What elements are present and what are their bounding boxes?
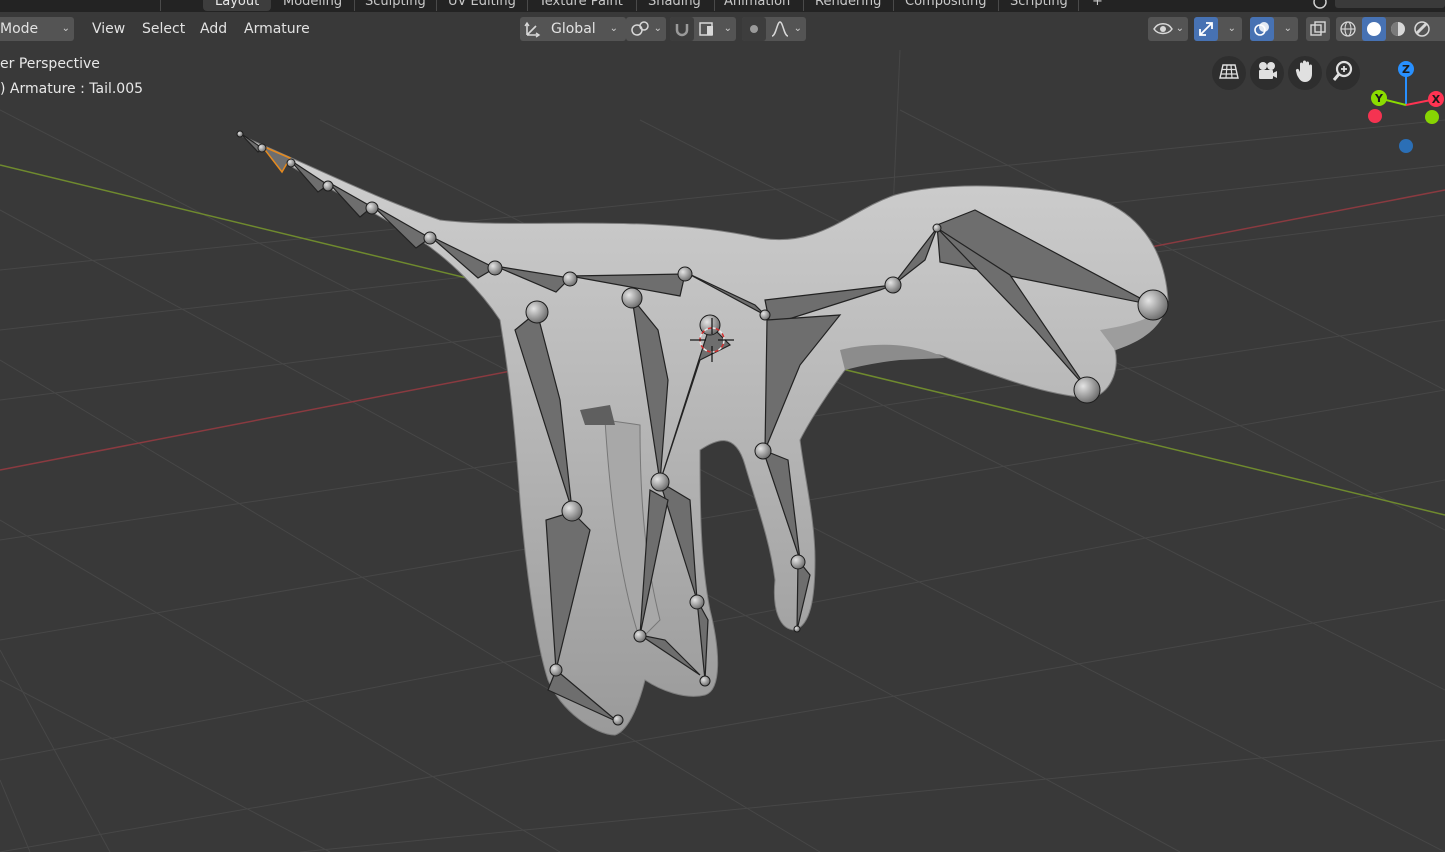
- scene-selector[interactable]: [1335, 0, 1445, 8]
- xray-icon[interactable]: [1306, 17, 1330, 41]
- overlays-icon[interactable]: [1250, 17, 1274, 41]
- chevron-down-icon: ⌄: [61, 23, 70, 34]
- armature-menu[interactable]: Armature: [238, 17, 316, 41]
- chevron-down-icon: ⌄: [609, 23, 618, 34]
- add-workspace-button[interactable]: +: [1080, 0, 1115, 11]
- eye-icon: [1152, 20, 1174, 42]
- tab-rendering[interactable]: Rendering: [803, 0, 893, 11]
- transform-orientation-dropdown[interactable]: Global ⌄: [520, 17, 626, 41]
- camera-icon: [1255, 60, 1279, 86]
- transform-orientation-label: Global: [551, 21, 596, 37]
- falloff-curve-icon[interactable]: [770, 20, 790, 42]
- zoom-icon: [1332, 60, 1354, 86]
- tab-compositing[interactable]: Compositing: [893, 0, 999, 11]
- tab-layout[interactable]: Layout: [203, 0, 272, 11]
- tab-file-partial[interactable]: [10, 0, 34, 11]
- mode-label: Mode: [0, 21, 39, 37]
- pivot-point-icon: [630, 20, 650, 42]
- gizmo-y-label: Y: [1374, 92, 1384, 105]
- view-name-label: er Perspective: [0, 56, 100, 72]
- shading-mode-group: [1336, 17, 1445, 41]
- select-menu[interactable]: Select: [136, 17, 191, 41]
- active-object-info: ) Armature : Tail.005: [0, 81, 144, 97]
- grid-view-icon: [1218, 60, 1240, 86]
- chevron-down-icon: ⌄: [723, 23, 732, 34]
- tab-scripting[interactable]: Scripting: [998, 0, 1080, 11]
- viewport-header: Mode ⌄ View Select Add Armature Global ⌄…: [0, 12, 1445, 46]
- snapping-group: ⌄: [670, 17, 736, 41]
- tab-uv-editing[interactable]: UV Editing: [436, 0, 528, 11]
- tab-texture-paint[interactable]: Texture Paint: [527, 0, 635, 11]
- camera-view-button[interactable]: [1250, 56, 1284, 90]
- gizmo-neg-x[interactable]: [1368, 109, 1382, 123]
- chevron-down-icon: ⌄: [1175, 23, 1184, 34]
- view-menu[interactable]: View: [86, 17, 131, 41]
- visibility-dropdown[interactable]: ⌄: [1148, 17, 1188, 41]
- pan-view-button[interactable]: [1288, 56, 1322, 90]
- gizmo-x-label: X: [1432, 93, 1441, 106]
- material-shading-icon[interactable]: [1386, 17, 1410, 41]
- gizmo-z-label: Z: [1402, 63, 1410, 76]
- gizmo-neg-z[interactable]: [1399, 139, 1413, 153]
- mode-selector[interactable]: Mode ⌄: [0, 17, 74, 41]
- pivot-point-dropdown[interactable]: ⌄: [626, 17, 666, 41]
- scene-icon[interactable]: [1312, 0, 1328, 9]
- chevron-down-icon[interactable]: ⌄: [1284, 17, 1292, 41]
- toggle-ortho-button[interactable]: [1212, 56, 1246, 90]
- tab-modeling[interactable]: Modeling: [271, 0, 354, 11]
- tab-shading[interactable]: Shading: [636, 0, 713, 11]
- gizmo-toggle-group: ⌄: [1194, 17, 1242, 41]
- chevron-down-icon: ⌄: [653, 23, 662, 34]
- wireframe-shading-icon[interactable]: [1336, 17, 1360, 41]
- snap-target-icon[interactable]: [698, 20, 718, 42]
- solid-shading-icon[interactable]: [1362, 17, 1386, 41]
- proportional-edit-group: ⌄: [742, 17, 806, 41]
- zoom-view-button[interactable]: [1326, 56, 1360, 90]
- proportional-edit-icon[interactable]: [742, 17, 766, 41]
- overlays-toggle-group: ⌄: [1250, 17, 1298, 41]
- 3d-viewport[interactable]: Z Y X: [0, 0, 1445, 852]
- shading-options-dropdown[interactable]: [1434, 17, 1445, 41]
- gizmo-icon[interactable]: [1194, 17, 1218, 41]
- floor-grid: [0, 49, 1445, 852]
- chevron-down-icon: ⌄: [793, 23, 802, 34]
- transform-orientation-icon: [524, 20, 542, 46]
- navigation-gizmo[interactable]: Z Y X: [1368, 61, 1444, 153]
- tab-animation[interactable]: Animation: [712, 0, 802, 11]
- chevron-down-icon[interactable]: ⌄: [1228, 17, 1236, 41]
- gizmo-neg-y[interactable]: [1425, 110, 1439, 124]
- rendered-shading-icon[interactable]: [1410, 17, 1434, 41]
- workspace-tab-bar: Layout Modeling Sculpting UV Editing Tex…: [0, 0, 1445, 12]
- snap-magnet-icon[interactable]: [670, 17, 694, 41]
- tab-sculpting[interactable]: Sculpting: [353, 0, 438, 11]
- hand-pan-icon: [1294, 59, 1316, 87]
- add-menu[interactable]: Add: [194, 17, 233, 41]
